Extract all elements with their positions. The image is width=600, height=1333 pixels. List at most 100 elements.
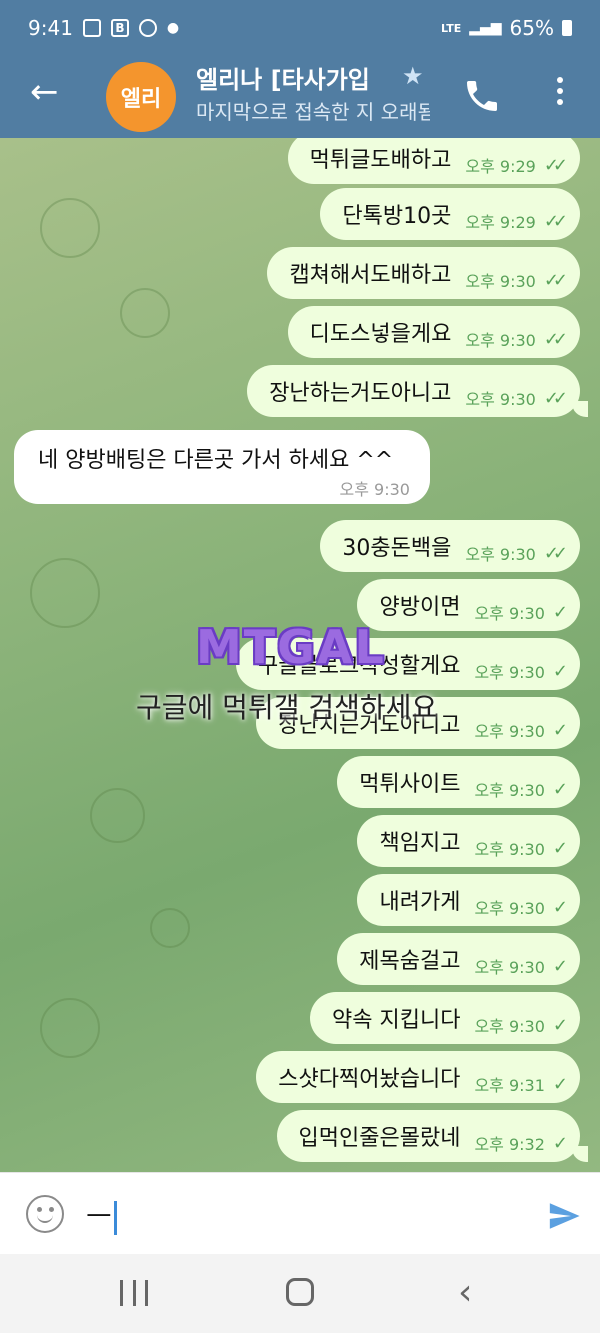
message-text: 입먹인줄은몰랐네	[298, 1126, 461, 1151]
message-time: 오후 9:31	[474, 1076, 545, 1095]
double-check-icon: ✓✓	[543, 542, 568, 564]
message-bubble[interactable]: 먹튀글도배하고 오후 9:29 ✓✓	[287, 138, 580, 184]
message-bubble[interactable]: 책임지고 오후 9:30 ✓	[357, 815, 580, 867]
message-time: 오후 9:30	[474, 1017, 545, 1036]
phone-icon[interactable]	[462, 76, 502, 116]
message-time: 오후 9:29	[465, 213, 536, 232]
watermark-text: 구글에 먹튀갤 검색하세요	[136, 691, 438, 724]
check-icon: ✓	[552, 601, 568, 623]
message-bubble[interactable]: 30충돈백을 오후 9:30 ✓✓	[320, 520, 580, 572]
chat-title[interactable]: 엘리나 [타사가입	[196, 60, 426, 95]
double-check-icon: ✓✓	[543, 210, 568, 232]
message-text: 먹튀글도배하고	[309, 148, 452, 173]
check-icon: ✓	[552, 1132, 568, 1154]
message-text: 단톡방10곳	[342, 204, 452, 229]
message-time: 오후 9:30	[339, 480, 410, 499]
message-time: 오후 9:30	[465, 545, 536, 564]
last-seen-status: 마지막으로 접속한 지 오래됨	[196, 100, 430, 124]
send-icon[interactable]	[544, 1199, 584, 1233]
message-text: 약속 지킵니다	[332, 1008, 461, 1033]
message-text: 책임지고	[379, 831, 461, 856]
message-text: 장난하는거도아니고	[269, 381, 452, 406]
background-doodle	[40, 198, 100, 258]
message-input-bar: ㅡ	[0, 1172, 600, 1254]
message-text: 디도스넣을게요	[309, 322, 452, 347]
message-bubble[interactable]: 캡쳐해서도배하고 오후 9:30 ✓✓	[267, 247, 580, 299]
message-input[interactable]: ㅡ	[86, 1195, 117, 1235]
message-time: 오후 9:30	[474, 604, 545, 623]
message-bubble[interactable]: 장난하는거도아니고 오후 9:30 ✓✓	[247, 365, 588, 417]
message-bubble[interactable]: 제목숨걸고 오후 9:30 ✓	[337, 933, 580, 985]
message-time: 오후 9:30	[474, 899, 545, 918]
message-bubble[interactable]: 스샷다찍어놨습니다 오후 9:31 ✓	[256, 1051, 580, 1103]
message-bubble[interactable]: 단톡방10곳 오후 9:29 ✓✓	[320, 188, 580, 240]
battery-percent: 65%	[509, 16, 554, 40]
check-icon: ✓	[552, 1073, 568, 1095]
message-text: 제목숨걸고	[359, 949, 461, 974]
message-time: 오후 9:30	[474, 663, 545, 682]
message-bubble[interactable]: 입먹인줄은몰랐네 오후 9:32 ✓	[276, 1110, 588, 1162]
message-time: 오후 9:32	[474, 1135, 545, 1154]
chat-notification-icon	[138, 19, 157, 37]
message-time: 오후 9:30	[474, 781, 545, 800]
message-time: 오후 9:29	[465, 157, 536, 176]
emoji-icon[interactable]	[26, 1195, 64, 1233]
message-bubble[interactable]: 양방이면 오후 9:30 ✓	[357, 579, 580, 631]
background-doodle	[120, 288, 170, 338]
message-text: 30충돈백을	[342, 536, 452, 561]
b-notification-icon: B	[110, 19, 129, 37]
gallery-notification-icon	[82, 19, 101, 37]
message-bubble[interactable]: 내려가게 오후 9:30 ✓	[357, 874, 580, 926]
text-caret	[113, 1201, 117, 1235]
status-bar: 9:41 B ● LTE ▂▄▆ 65%	[0, 0, 600, 56]
star-icon: ★	[402, 62, 424, 90]
incoming-message-bubble[interactable]: 네 양방배팅은 다른곳 가서 하세요 ^^ 오후 9:30	[14, 430, 430, 504]
check-icon: ✓	[552, 837, 568, 859]
message-time: 오후 9:30	[474, 722, 545, 741]
battery-icon	[562, 20, 572, 36]
double-check-icon: ✓✓	[543, 154, 568, 176]
chat-area[interactable]: 먹튀글도배하고 오후 9:29 ✓✓ 단톡방10곳 오후 9:29 ✓✓ 캡쳐해…	[0, 138, 600, 1172]
background-doodle	[40, 998, 100, 1058]
back-arrow-icon[interactable]: ←	[30, 74, 70, 114]
background-doodle	[150, 908, 190, 948]
chat-header: ← 엘리 엘리나 [타사가입 ★ 마지막으로 접속한 지 오래됨	[0, 56, 600, 138]
message-text: 먹튀사이트	[359, 772, 461, 797]
message-time: 오후 9:30	[474, 958, 545, 977]
message-bubble[interactable]: 약속 지킵니다 오후 9:30 ✓	[310, 992, 580, 1044]
message-text: 캡쳐해서도배하고	[289, 263, 452, 288]
message-text: 양방이면	[379, 595, 461, 620]
message-bubble[interactable]: 먹튀사이트 오후 9:30 ✓	[337, 756, 580, 808]
more-vert-icon[interactable]	[550, 72, 570, 116]
double-check-icon: ✓✓	[543, 387, 568, 409]
check-icon: ✓	[552, 719, 568, 741]
message-time: 오후 9:30	[465, 390, 536, 409]
home-icon[interactable]	[286, 1278, 314, 1306]
avatar[interactable]: 엘리	[106, 62, 176, 132]
message-time: 오후 9:30	[465, 331, 536, 350]
message-time: 오후 9:30	[474, 840, 545, 859]
message-time: 오후 9:30	[465, 272, 536, 291]
watermark-logo: MTGAL	[196, 620, 386, 674]
network-type: LTE	[441, 21, 462, 35]
bubble-tail	[572, 1146, 588, 1162]
message-bubble[interactable]: 디도스넣을게요 오후 9:30 ✓✓	[287, 306, 580, 358]
check-icon: ✓	[552, 660, 568, 682]
bubble-tail	[572, 401, 588, 417]
status-time: 9:41	[28, 16, 73, 40]
check-icon: ✓	[552, 1014, 568, 1036]
double-check-icon: ✓✓	[543, 269, 568, 291]
recent-apps-icon[interactable]	[120, 1280, 148, 1306]
nav-back-icon[interactable]: ‹	[458, 1272, 472, 1313]
message-text: 스샷다찍어놨습니다	[278, 1067, 461, 1092]
double-check-icon: ✓✓	[543, 328, 568, 350]
dot-icon: ●	[166, 20, 180, 36]
background-doodle	[30, 558, 100, 628]
check-icon: ✓	[552, 778, 568, 800]
check-icon: ✓	[552, 955, 568, 977]
background-doodle	[90, 788, 145, 843]
message-text: 내려가게	[379, 890, 461, 915]
check-icon: ✓	[552, 896, 568, 918]
message-text: 네 양방배팅은 다른곳 가서 하세요 ^^	[38, 448, 394, 473]
signal-icon: ▂▄▆	[469, 20, 502, 36]
